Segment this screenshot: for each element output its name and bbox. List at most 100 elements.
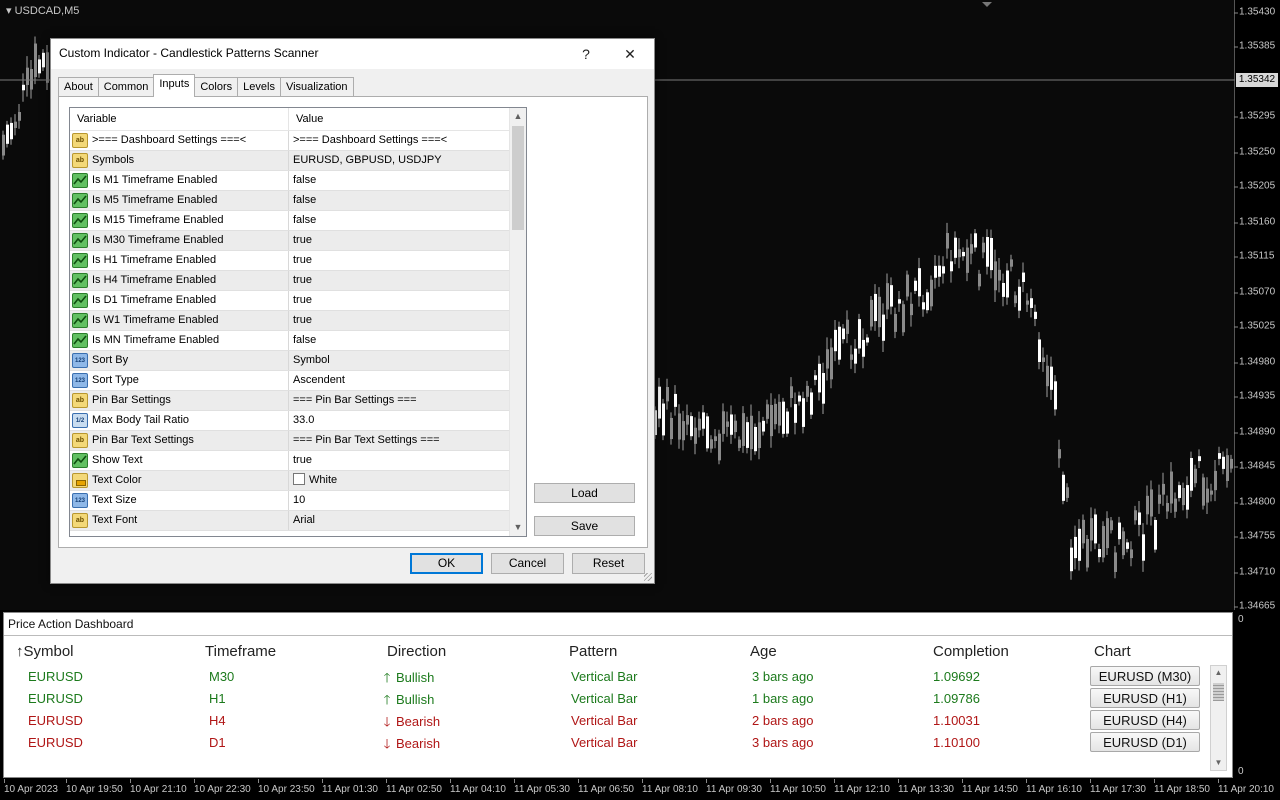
candle-body xyxy=(682,421,685,441)
input-value[interactable]: false xyxy=(289,211,509,230)
input-value[interactable]: EURUSD, GBPUSD, USDJPY xyxy=(289,151,509,170)
color-swatch[interactable] xyxy=(293,473,305,485)
input-row[interactable]: 1/2 Max Body Tail Ratio 33.0 xyxy=(70,411,509,431)
input-value[interactable]: true xyxy=(289,231,509,250)
price-axis[interactable]: 1.35430 1.35385 1.35295 1.35250 1.35205 1.351… xyxy=(1233,0,1280,612)
scroll-thumb[interactable] xyxy=(512,126,524,230)
column-header-variable[interactable]: Variable xyxy=(70,108,289,130)
input-value[interactable]: Arial xyxy=(289,511,509,530)
input-row[interactable]: Text Color White xyxy=(70,471,509,491)
dashboard-header-timeframe[interactable]: Timeframe xyxy=(205,643,276,660)
grid-vertical-scrollbar[interactable]: ▲ ▼ xyxy=(509,108,526,536)
close-icon[interactable]: ✕ xyxy=(619,44,641,64)
input-value[interactable]: true xyxy=(289,291,509,310)
scroll-thumb[interactable] xyxy=(1213,683,1224,701)
input-row[interactable]: Is MN Timeframe Enabled false xyxy=(70,331,509,351)
input-row[interactable]: Show Text true xyxy=(70,451,509,471)
input-value[interactable]: Ascendent xyxy=(289,371,509,390)
input-row[interactable]: Is M30 Timeframe Enabled true xyxy=(70,231,509,251)
dashboard-cell-age: 3 bars ago xyxy=(752,735,814,750)
input-row[interactable]: 123 Text Size 10 xyxy=(70,491,509,511)
dialog-titlebar[interactable]: Custom Indicator - Candlestick Patterns … xyxy=(51,39,654,69)
dashboard-header-chart[interactable]: Chart xyxy=(1094,643,1131,660)
input-row[interactable]: Is D1 Timeframe Enabled true xyxy=(70,291,509,311)
input-value[interactable]: === Pin Bar Settings === xyxy=(289,391,509,410)
input-row[interactable]: ab Text Font Arial xyxy=(70,511,509,531)
reset-button[interactable]: Reset xyxy=(572,553,645,574)
dashboard-scrollbar[interactable]: ▲ ▼ xyxy=(1210,665,1227,771)
tab-inputs[interactable]: Inputs xyxy=(153,74,196,97)
dashboard-header-pattern[interactable]: Pattern xyxy=(569,643,617,660)
tab-common[interactable]: Common xyxy=(97,77,155,97)
tab-about[interactable]: About xyxy=(58,77,99,97)
candle-body xyxy=(826,349,829,369)
input-value[interactable]: true xyxy=(289,251,509,270)
help-button[interactable]: ? xyxy=(575,44,597,64)
dashboard-header-direction[interactable]: Direction xyxy=(387,643,446,660)
price-tick-label: 1.34935 xyxy=(1233,390,1276,402)
open-chart-button[interactable]: EURUSD (D1) xyxy=(1090,732,1200,752)
input-value[interactable]: === Pin Bar Text Settings === xyxy=(289,431,509,450)
input-value[interactable]: true xyxy=(289,271,509,290)
time-axis[interactable]: 10 Apr 2023 10 Apr 19:50 10 Apr 21:10 10 Ap… xyxy=(0,779,1280,800)
input-row[interactable]: Is H1 Timeframe Enabled true xyxy=(70,251,509,271)
scroll-up-icon[interactable]: ▲ xyxy=(510,108,526,125)
input-value[interactable]: false xyxy=(289,191,509,210)
dashboard-header-completion[interactable]: Completion xyxy=(933,643,1009,660)
open-chart-button[interactable]: EURUSD (H1) xyxy=(1090,688,1200,708)
candle-body xyxy=(714,436,717,442)
input-row[interactable]: Is H4 Timeframe Enabled true xyxy=(70,271,509,291)
input-value[interactable]: true xyxy=(289,311,509,330)
chart-shift-marker-icon[interactable] xyxy=(982,2,992,7)
candle-body xyxy=(782,401,785,434)
ok-button[interactable]: OK xyxy=(410,553,483,574)
candle-body xyxy=(1226,455,1229,481)
input-value[interactable]: false xyxy=(289,171,509,190)
input-row[interactable]: Is W1 Timeframe Enabled true xyxy=(70,311,509,331)
candle-body xyxy=(734,420,737,433)
scroll-down-icon[interactable]: ▼ xyxy=(510,519,526,536)
input-variable-text: Max Body Tail Ratio xyxy=(92,414,190,426)
input-value[interactable]: >=== Dashboard Settings ===< xyxy=(289,131,509,150)
input-value[interactable]: 33.0 xyxy=(289,411,509,430)
cancel-button[interactable]: Cancel xyxy=(491,553,564,574)
open-chart-button[interactable]: EURUSD (H4) xyxy=(1090,710,1200,730)
input-value[interactable]: White xyxy=(289,471,509,490)
chart-menu-triangle-icon[interactable]: ▾ xyxy=(6,5,12,17)
candle-body xyxy=(1182,487,1185,506)
input-row[interactable]: ab Pin Bar Settings === Pin Bar Settings … xyxy=(70,391,509,411)
input-row[interactable]: Is M15 Timeframe Enabled false xyxy=(70,211,509,231)
price-tick-label: 1.34845 xyxy=(1233,460,1276,472)
candle-body xyxy=(790,386,793,399)
column-header-value[interactable]: Value xyxy=(289,108,509,130)
candle-body xyxy=(802,398,805,427)
input-row[interactable]: 123 Sort By Symbol xyxy=(70,351,509,371)
candle-body xyxy=(986,237,989,267)
input-value[interactable]: false xyxy=(289,331,509,350)
input-row[interactable]: ab Pin Bar Text Settings === Pin Bar Text… xyxy=(70,431,509,451)
input-row[interactable]: Is M5 Timeframe Enabled false xyxy=(70,191,509,211)
input-value[interactable]: 10 xyxy=(289,491,509,510)
dashboard-titlebar[interactable]: Price Action Dashboard xyxy=(4,613,1232,636)
load-button[interactable]: Load xyxy=(534,483,635,503)
input-value[interactable]: Symbol xyxy=(289,351,509,370)
candle-body xyxy=(830,347,833,380)
open-chart-button[interactable]: EURUSD (M30) xyxy=(1090,666,1200,686)
input-row[interactable]: ab >=== Dashboard Settings ===< >=== Dashb… xyxy=(70,131,509,151)
scroll-up-icon[interactable]: ▲ xyxy=(1211,666,1226,680)
dashboard-header-age[interactable]: Age xyxy=(750,643,777,660)
dashboard-header-symbol[interactable]: ↑Symbol xyxy=(16,643,74,660)
save-button[interactable]: Save xyxy=(534,516,635,536)
tab-visualization[interactable]: Visualization xyxy=(279,77,354,97)
tab-levels[interactable]: Levels xyxy=(237,77,281,97)
candle-body xyxy=(934,265,937,278)
input-value[interactable]: true xyxy=(289,451,509,470)
input-row[interactable]: Is M1 Timeframe Enabled false xyxy=(70,171,509,191)
input-value-text: 10 xyxy=(293,494,306,506)
input-row[interactable]: ab Symbols EURUSD, GBPUSD, USDJPY xyxy=(70,151,509,171)
tab-colors[interactable]: Colors xyxy=(194,77,239,97)
input-row[interactable]: 123 Sort Type Ascendent xyxy=(70,371,509,391)
scroll-down-icon[interactable]: ▼ xyxy=(1211,756,1226,770)
candle-body xyxy=(862,339,865,357)
resize-grip-icon[interactable] xyxy=(644,573,652,581)
